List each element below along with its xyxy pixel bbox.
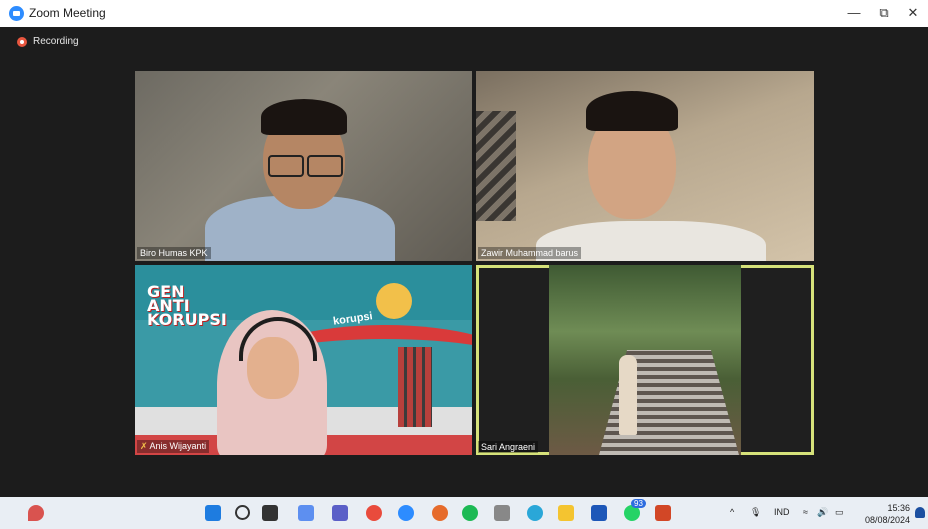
- banner-building: [398, 347, 432, 427]
- battery-icon[interactable]: ▭: [835, 507, 844, 518]
- window-titlebar: Zoom Meeting — ⧉ ✕: [0, 0, 928, 27]
- video-tile-3[interactable]: GEN ANTI KORUPSI korupsi ✗ Anis Wijayant…: [135, 265, 472, 455]
- zoom-app-icon: [9, 6, 24, 21]
- banner-sun: [376, 283, 412, 319]
- camera-icon[interactable]: [494, 505, 510, 521]
- task-view-icon[interactable]: [262, 505, 278, 521]
- notification-badge: 93: [631, 499, 646, 508]
- search-icon[interactable]: [235, 505, 250, 520]
- clock-date: 08/08/2024: [864, 515, 910, 525]
- language-indicator[interactable]: IND: [774, 507, 790, 517]
- banner-logo: GEN ANTI KORUPSI: [147, 282, 227, 329]
- video-tile-1[interactable]: Biro Humas KPK: [135, 71, 472, 261]
- zoom-taskbar-icon[interactable]: [398, 505, 414, 521]
- wifi-icon[interactable]: ≈: [803, 507, 808, 517]
- participant-hair: [586, 91, 678, 131]
- teams-icon[interactable]: [332, 505, 348, 521]
- video-tile-2[interactable]: Zawir Muhammad barus: [476, 71, 814, 261]
- participant-name: Biro Humas KPK: [137, 247, 211, 259]
- system-clock[interactable]: 15:36 08/08/2024: [865, 502, 910, 526]
- window-title: Zoom Meeting: [29, 6, 106, 20]
- close-button[interactable]: ✕: [898, 3, 928, 23]
- glasses-icon: [307, 155, 343, 177]
- volume-icon[interactable]: 🔊: [817, 507, 828, 518]
- participant-name: Sari Angraeni: [478, 441, 539, 453]
- participant-hair: [261, 99, 347, 135]
- participant-photo: [549, 265, 741, 455]
- recording-label: Recording: [33, 36, 79, 47]
- start-icon[interactable]: [205, 505, 221, 521]
- participant-name: Zawir Muhammad barus: [478, 247, 582, 259]
- windows-taskbar: 93 ^ 🎙 IND ≈ 🔊 ▭ 15:36 08/08/2024: [0, 497, 928, 529]
- clock-time: 15:36: [887, 503, 910, 513]
- recording-icon: [17, 36, 27, 47]
- weather-icon[interactable]: [28, 505, 44, 521]
- video-tile-4-active-speaker[interactable]: Sari Angraeni: [476, 265, 814, 455]
- chrome-icon[interactable]: [366, 505, 382, 521]
- recording-indicator[interactable]: Recording: [17, 36, 79, 47]
- minimize-button[interactable]: —: [839, 3, 869, 23]
- copilot-icon[interactable]: [298, 505, 314, 521]
- glasses-icon: [268, 155, 304, 177]
- firefox-icon[interactable]: [432, 505, 448, 521]
- word-icon[interactable]: [591, 505, 607, 521]
- participant-name-text: Anis Wijayanti: [149, 441, 207, 451]
- tray-overflow-icon[interactable]: ^: [730, 507, 734, 517]
- file-explorer-icon[interactable]: [558, 505, 574, 521]
- window-blinds: [476, 111, 516, 221]
- spotify-icon[interactable]: [462, 505, 478, 521]
- restore-button[interactable]: ⧉: [869, 3, 899, 23]
- photo-person: [619, 355, 637, 435]
- edge-icon[interactable]: [527, 505, 543, 521]
- powerpoint-icon[interactable]: [655, 505, 671, 521]
- microphone-icon[interactable]: 🎙: [750, 507, 761, 518]
- participant-name: ✗ Anis Wijayanti: [137, 440, 210, 453]
- muted-mic-icon: ✗: [140, 441, 150, 451]
- notification-bell-icon[interactable]: [915, 507, 925, 518]
